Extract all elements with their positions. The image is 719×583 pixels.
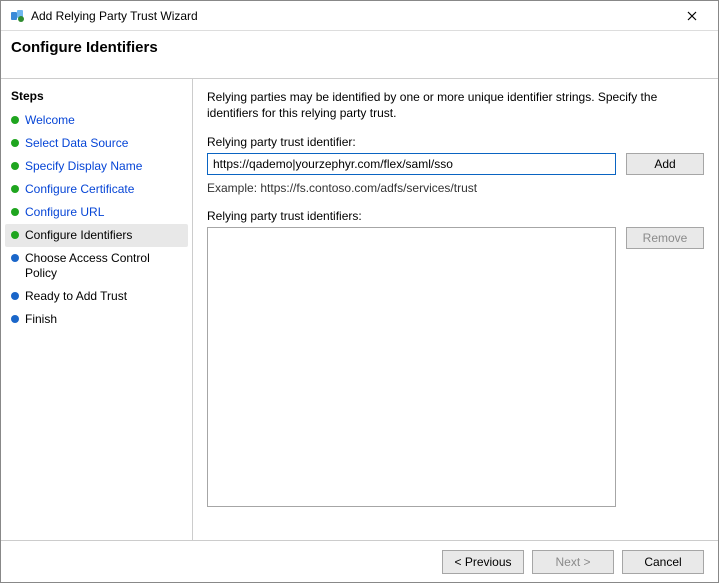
step-label: Configure Identifiers bbox=[25, 228, 132, 243]
bullet-icon bbox=[11, 116, 19, 124]
step-configure-url[interactable]: Configure URL bbox=[5, 201, 188, 224]
close-button[interactable] bbox=[672, 2, 712, 30]
identifier-label: Relying party trust identifier: bbox=[207, 135, 704, 149]
step-label: Configure Certificate bbox=[25, 182, 134, 197]
cancel-button[interactable]: Cancel bbox=[622, 550, 704, 574]
example-text: Example: https://fs.contoso.com/adfs/ser… bbox=[207, 181, 704, 195]
identifiers-listbox[interactable] bbox=[207, 227, 616, 507]
titlebar: Add Relying Party Trust Wizard bbox=[1, 1, 718, 31]
bullet-icon bbox=[11, 292, 19, 300]
bullet-icon bbox=[11, 139, 19, 147]
page-title: Configure Identifiers bbox=[1, 31, 718, 79]
steps-heading: Steps bbox=[5, 85, 188, 109]
window-title: Add Relying Party Trust Wizard bbox=[31, 9, 672, 23]
step-label: Finish bbox=[25, 312, 57, 327]
step-configure-certificate[interactable]: Configure Certificate bbox=[5, 178, 188, 201]
bullet-icon bbox=[11, 231, 19, 239]
step-label: Configure URL bbox=[25, 205, 104, 220]
app-icon bbox=[9, 8, 25, 24]
step-label: Ready to Add Trust bbox=[25, 289, 127, 304]
remove-button: Remove bbox=[626, 227, 704, 249]
add-button[interactable]: Add bbox=[626, 153, 704, 175]
step-specify-display-name[interactable]: Specify Display Name bbox=[5, 155, 188, 178]
identifiers-list-wrap: Remove bbox=[207, 227, 704, 572]
bullet-icon bbox=[11, 254, 19, 262]
step-label: Welcome bbox=[25, 113, 75, 128]
list-side-buttons: Remove bbox=[626, 227, 704, 572]
step-welcome[interactable]: Welcome bbox=[5, 109, 188, 132]
bullet-icon bbox=[11, 315, 19, 323]
step-finish[interactable]: Finish bbox=[5, 308, 188, 331]
bullet-icon bbox=[11, 185, 19, 193]
wizard-footer: < Previous Next > Cancel bbox=[1, 540, 718, 582]
step-choose-access-control-policy[interactable]: Choose Access Control Policy bbox=[5, 247, 188, 285]
step-label: Specify Display Name bbox=[25, 159, 142, 174]
next-button: Next > bbox=[532, 550, 614, 574]
step-select-data-source[interactable]: Select Data Source bbox=[5, 132, 188, 155]
step-configure-identifiers[interactable]: Configure Identifiers bbox=[5, 224, 188, 247]
wizard-body: Steps Welcome Select Data Source Specify… bbox=[1, 79, 718, 582]
step-label: Select Data Source bbox=[25, 136, 128, 151]
steps-sidebar: Steps Welcome Select Data Source Specify… bbox=[1, 79, 193, 582]
description-text: Relying parties may be identified by one… bbox=[207, 89, 704, 121]
identifier-row: Add bbox=[207, 153, 704, 175]
bullet-icon bbox=[11, 208, 19, 216]
bullet-icon bbox=[11, 162, 19, 170]
step-label: Choose Access Control Policy bbox=[25, 251, 182, 281]
previous-button[interactable]: < Previous bbox=[442, 550, 524, 574]
identifier-input[interactable] bbox=[207, 153, 616, 175]
identifiers-list-label: Relying party trust identifiers: bbox=[207, 209, 704, 223]
step-ready-to-add-trust[interactable]: Ready to Add Trust bbox=[5, 285, 188, 308]
main-panel: Relying parties may be identified by one… bbox=[193, 79, 718, 582]
